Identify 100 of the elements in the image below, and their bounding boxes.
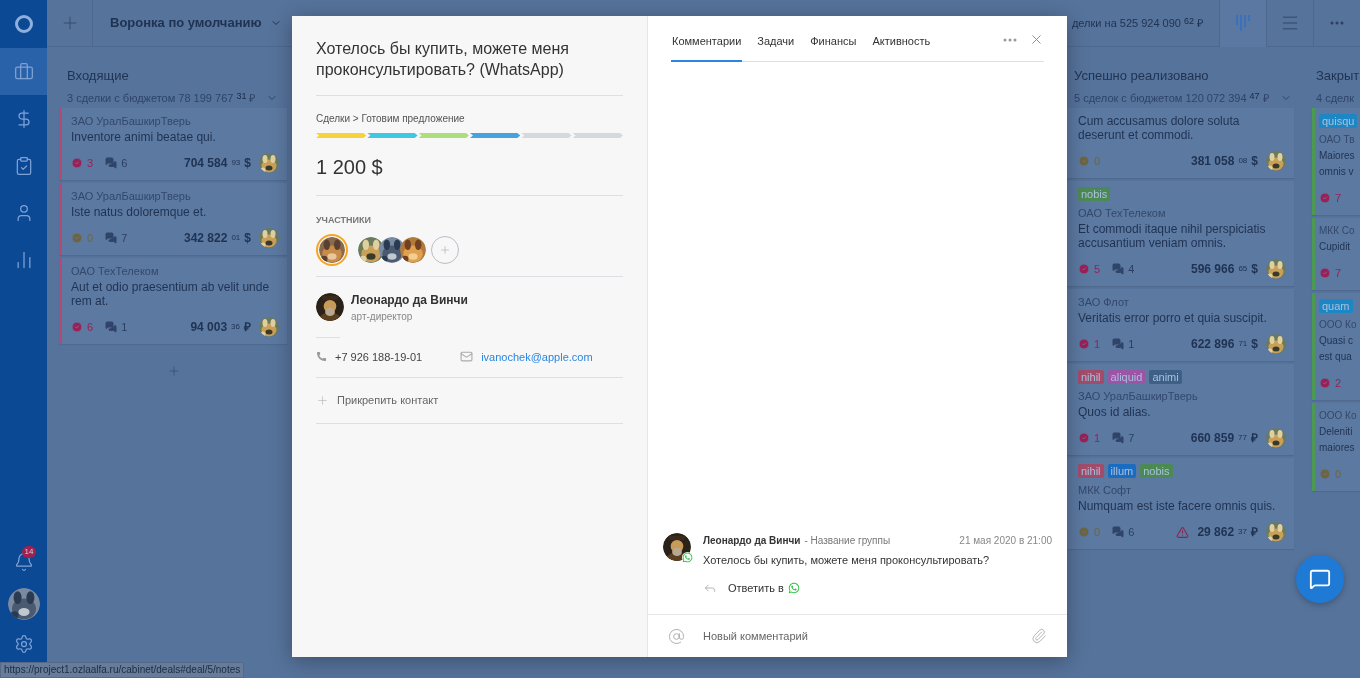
amount-currency: $	[1251, 261, 1258, 278]
amount-currency: $	[1251, 336, 1258, 353]
deal-amount: 29 862	[1197, 524, 1235, 541]
deal-card[interactable]: Cum accusamus dolore soluta deserunt et commodi. 0 381 058 08 $	[1066, 108, 1294, 178]
summary-currency: ₽	[249, 90, 256, 106]
summary-currency: ₽	[1197, 15, 1203, 31]
tab[interactable]: Активность	[871, 33, 932, 62]
summary-cents: 47	[1249, 89, 1260, 103]
deal-title: Inventore animi beatae qui.	[71, 130, 217, 144]
amount-cents: 71	[1238, 338, 1248, 350]
amount-currency: $	[244, 230, 251, 247]
task-count: 0	[1094, 524, 1101, 540]
deal-title: Хотелось бы купить, можете меня проконсультировать? (WhatsApp)	[316, 39, 570, 80]
deal-title: Quasi c	[1319, 334, 1354, 348]
comment-count: 6	[121, 155, 128, 171]
whatsapp-icon	[787, 581, 800, 594]
comment-date: 21 мая 2020 в 21:00	[959, 534, 1052, 548]
deal-title: Cum accusamus dolore soluta deserunt et commodi.	[1078, 114, 1241, 142]
comments-icon	[105, 232, 118, 244]
comment-text: Хотелось бы купить, можете меня проконсультировать?	[703, 553, 991, 568]
task-count: 7	[1335, 190, 1342, 206]
contact-email[interactable]: ivanochek@apple.com	[481, 348, 593, 365]
tag: nihil	[1078, 464, 1104, 478]
participants-label: УЧАСТНИКИ	[316, 214, 372, 227]
tab[interactable]: Финансы	[809, 33, 858, 62]
task-count: 2	[1335, 375, 1342, 391]
task-count: 5	[1094, 261, 1101, 277]
reply-button[interactable]: Ответить в	[728, 579, 784, 596]
attach-contact-button[interactable]: Прикрепить контакт	[316, 392, 623, 409]
task-count: 0	[87, 230, 94, 246]
contact-role: арт-директор	[351, 309, 414, 324]
column-title: Входящие	[67, 67, 130, 85]
comment-count: 4	[1128, 261, 1135, 277]
comment-input[interactable]: Новый комментарий	[703, 627, 1013, 645]
amount-cents: 77	[1238, 432, 1247, 444]
settings-icon[interactable]	[13, 634, 34, 654]
comments-icon	[1112, 263, 1125, 275]
tag: aliquid	[1107, 370, 1146, 384]
participant-avatar[interactable]	[316, 233, 348, 266]
chat-button[interactable]	[1296, 555, 1344, 603]
stage-segment[interactable]	[572, 133, 623, 138]
deal-amount: 704 584	[184, 155, 228, 172]
paperclip-icon[interactable]	[1031, 628, 1047, 644]
more-icon[interactable]	[1003, 38, 1017, 42]
amount-cents: 65	[1238, 263, 1248, 275]
plus-icon	[316, 393, 329, 407]
logo-icon[interactable]	[13, 14, 34, 34]
amount-currency: $	[1251, 153, 1258, 170]
comment-author: Леонардо да Винчи	[703, 534, 801, 548]
columns-icon	[1235, 14, 1251, 32]
amount-cents: 36	[231, 321, 240, 333]
amount-cents: 93	[231, 157, 241, 169]
tab[interactable]: Комментарии	[671, 33, 743, 62]
nav-item[interactable]	[0, 48, 47, 95]
task-count: 7	[1335, 265, 1342, 281]
comments-icon	[1112, 432, 1125, 444]
more-icon[interactable]	[1330, 21, 1344, 25]
stage-segment[interactable]	[367, 133, 418, 138]
contact-name[interactable]: Леонардо да Винчи	[351, 290, 468, 309]
task-count: 3	[87, 155, 94, 171]
task-count: 0	[1335, 466, 1342, 482]
stage-segment[interactable]	[521, 133, 572, 138]
amount-currency: ₽	[244, 319, 251, 336]
phone-icon	[316, 351, 327, 363]
deal-title: maiores	[1319, 441, 1356, 455]
task-count: 6	[87, 319, 94, 335]
amount-cents: 37	[1238, 526, 1247, 538]
close-icon[interactable]	[1029, 32, 1044, 47]
task-count: 0	[1094, 153, 1101, 169]
deal-title: Deleniti	[1319, 425, 1354, 439]
deal-title: omnis v	[1319, 165, 1355, 179]
deal-amount: 94 003	[190, 319, 228, 336]
mention-icon[interactable]	[668, 627, 685, 645]
briefcase-icon	[13, 61, 34, 82]
pipeline-dropdown[interactable]: Воронка по умолчанию	[93, 13, 282, 33]
pipeline-summary: делки на 525 924 090	[1071, 15, 1181, 31]
tag: illum	[1107, 464, 1137, 478]
deal-title: Aut et odio praesentium ab velit unde rem at.	[71, 280, 271, 308]
summary-cents: 62	[1184, 15, 1194, 28]
amount-cents: 08	[1238, 155, 1248, 167]
stage-segment[interactable]	[418, 133, 469, 138]
add-card-icon[interactable]	[167, 364, 181, 378]
tag: nobis	[1140, 464, 1173, 478]
bell-icon[interactable]	[13, 552, 34, 572]
comment-count: 6	[1128, 524, 1135, 540]
view-button[interactable]	[1219, 0, 1266, 47]
column-title: Успешно реализовано	[1074, 67, 1210, 85]
chat-icon	[1309, 568, 1331, 590]
deal-amount: 342 822	[184, 230, 228, 247]
deal-title: Veritatis error porro et quia suscipit.	[1078, 311, 1268, 325]
stage-segment[interactable]	[470, 133, 521, 138]
stage-segment[interactable]	[316, 133, 367, 138]
breadcrumb: Сделки > Готовим предложение	[316, 112, 466, 126]
task-count: 1	[1094, 430, 1101, 446]
deal-title: Cupidit	[1319, 240, 1352, 254]
amount-cents: 01	[231, 232, 241, 244]
comment-count: 1	[121, 319, 128, 335]
plus-icon	[439, 243, 451, 256]
tab[interactable]: Задачи	[756, 33, 796, 62]
tag: nobis	[1078, 187, 1111, 201]
